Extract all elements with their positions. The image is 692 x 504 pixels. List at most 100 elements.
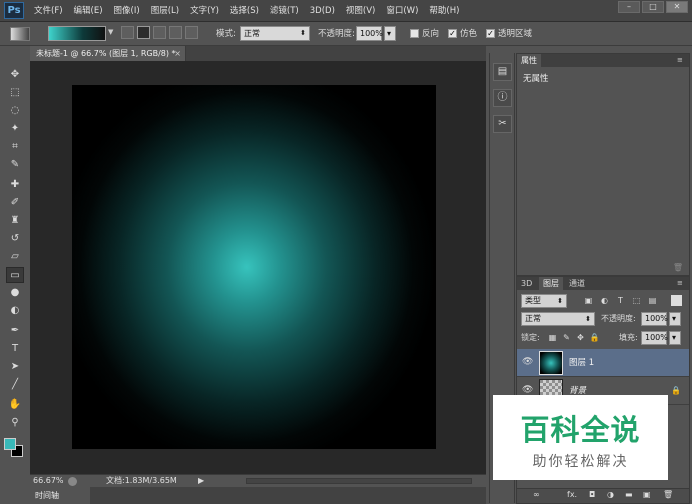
pen-tool[interactable]: ✒ (6, 323, 24, 339)
linear-gradient-button[interactable] (121, 26, 134, 39)
status-menu-arrow-icon[interactable]: ▶ (198, 475, 204, 487)
layer-filter-select[interactable]: 类型 ⬍ (521, 294, 567, 308)
blend-mode-value: 正常 (525, 314, 541, 323)
panel-menu-icon[interactable]: ≡ (677, 279, 685, 287)
zoom-tool[interactable]: ⚲ (6, 415, 24, 431)
layer-row[interactable]: 👁 图层 1 (517, 349, 689, 377)
mode-select[interactable]: 正常 ⬍ (240, 26, 310, 41)
opacity-dropdown[interactable]: ▾ (384, 26, 396, 41)
lock-transparent-icon[interactable]: ▦ (547, 332, 558, 343)
minimize-button[interactable]: – (618, 1, 640, 13)
close-tab-icon[interactable]: × (174, 46, 181, 61)
foreground-color-swatch[interactable] (4, 438, 16, 450)
menu-select[interactable]: 选择(S) (230, 0, 259, 22)
tool-presets-icon[interactable]: ✂ (493, 115, 512, 133)
menu-layer[interactable]: 图层(L) (151, 0, 179, 22)
timeline-tab[interactable]: 时间轴 (30, 487, 90, 504)
menu-window[interactable]: 窗口(W) (386, 0, 418, 22)
zoom-level[interactable]: 66.67% (33, 475, 64, 487)
marquee-tool[interactable]: ⬚ (6, 85, 24, 101)
document-canvas[interactable] (72, 85, 436, 449)
stamp-tool[interactable]: ♜ (6, 213, 24, 229)
trash-icon[interactable]: 🗑 (673, 263, 683, 272)
eye-icon[interactable]: 👁 (522, 357, 533, 367)
magic-wand-tool[interactable]: ✦ (6, 121, 24, 137)
tab-3d[interactable]: 3D (517, 277, 536, 290)
menu-filter[interactable]: 滤镜(T) (270, 0, 299, 22)
adjustment-layer-icon[interactable]: ◑ (607, 490, 614, 499)
blur-tool[interactable]: ● (6, 285, 24, 301)
maximize-button[interactable]: □ (642, 1, 664, 13)
menu-edit[interactable]: 编辑(E) (74, 0, 103, 22)
tab-layers[interactable]: 图层 (539, 277, 563, 290)
layer-opacity-dropdown[interactable]: ▾ (669, 312, 681, 326)
fill-dropdown[interactable]: ▾ (669, 331, 681, 345)
status-info-icon[interactable] (68, 477, 77, 486)
radial-gradient-button[interactable] (137, 26, 150, 39)
history-panel-icon[interactable]: ▤ (493, 63, 512, 81)
healing-tool[interactable]: ✚ (6, 177, 24, 193)
color-swatches (4, 438, 24, 460)
gradient-tool[interactable]: ▭ (6, 267, 24, 283)
tools-panel: ✥ ⬚ ◌ ✦ ⌗ ✎ ✚ ✐ ♜ ↺ ▱ ▭ ● ◐ ✒ T ➤ ╱ ✋ ⚲ (4, 63, 26, 503)
eraser-tool[interactable]: ▱ (6, 249, 24, 265)
filter-toggle-icon[interactable] (671, 295, 682, 306)
lock-all-icon[interactable]: 🔒 (589, 332, 600, 343)
line-tool[interactable]: ╱ (6, 377, 24, 393)
horizontal-scrollbar[interactable] (246, 478, 472, 484)
eyedropper-tool[interactable]: ✎ (6, 157, 24, 173)
delete-layer-icon[interactable]: 🗑 (663, 490, 673, 499)
menu-3d[interactable]: 3D(D) (310, 0, 335, 22)
opacity-input[interactable]: 100% (356, 26, 383, 41)
reverse-checkbox[interactable] (410, 29, 419, 38)
menu-file[interactable]: 文件(F) (34, 0, 63, 22)
crop-tool[interactable]: ⌗ (6, 139, 24, 155)
lock-position-icon[interactable]: ✥ (575, 332, 586, 343)
mode-label: 模式: (216, 29, 236, 39)
canvas-workspace (30, 61, 486, 474)
brush-tool[interactable]: ✐ (6, 195, 24, 211)
angle-gradient-button[interactable] (153, 26, 166, 39)
type-tool[interactable]: T (6, 341, 24, 357)
new-layer-icon[interactable]: ▣ (643, 490, 651, 499)
type-filter-icon[interactable]: T (615, 295, 626, 306)
lock-image-icon[interactable]: ✎ (561, 332, 572, 343)
layer-style-icon[interactable]: fx. (567, 490, 577, 499)
tool-preset-picker[interactable] (10, 27, 30, 41)
hand-tool[interactable]: ✋ (6, 397, 24, 413)
dither-checkbox[interactable]: ✓ (448, 29, 457, 38)
smart-object-filter-icon[interactable]: ▤ (647, 295, 658, 306)
document-tab[interactable]: 未标题-1 @ 66.7% (图层 1, RGB/8) * × (30, 46, 186, 61)
layer-opacity-label: 不透明度: (601, 314, 636, 323)
diamond-gradient-button[interactable] (185, 26, 198, 39)
dodge-tool[interactable]: ◐ (6, 303, 24, 319)
menu-image[interactable]: 图像(I) (114, 0, 140, 22)
history-brush-tool[interactable]: ↺ (6, 231, 24, 247)
gradient-dropdown-icon[interactable]: ▼ (108, 28, 113, 36)
path-selection-tool[interactable]: ➤ (6, 359, 24, 375)
move-tool[interactable]: ✥ (6, 67, 24, 83)
blend-mode-select[interactable]: 正常 ⬍ (521, 312, 595, 326)
eye-icon[interactable]: 👁 (522, 385, 533, 395)
menu-view[interactable]: 视图(V) (346, 0, 375, 22)
tab-properties[interactable]: 属性 (517, 54, 541, 67)
menu-help[interactable]: 帮助(H) (429, 0, 459, 22)
link-layers-icon[interactable]: ∞ (533, 490, 540, 499)
mode-value: 正常 (244, 29, 260, 38)
layer-opacity-input[interactable]: 100% (641, 312, 668, 326)
gradient-preview[interactable] (48, 26, 106, 41)
pixel-filter-icon[interactable]: ▣ (583, 295, 594, 306)
new-group-icon[interactable]: ▬ (625, 490, 633, 499)
lasso-tool[interactable]: ◌ (6, 103, 24, 119)
info-panel-icon[interactable]: ⓘ (493, 89, 512, 107)
fill-input[interactable]: 100% (641, 331, 668, 345)
shape-filter-icon[interactable]: ⬚ (631, 295, 642, 306)
reflected-gradient-button[interactable] (169, 26, 182, 39)
tab-channels[interactable]: 通道 (565, 277, 589, 290)
transparency-checkbox[interactable]: ✓ (486, 29, 495, 38)
layer-mask-icon[interactable]: ◘ (589, 490, 595, 499)
menu-type[interactable]: 文字(Y) (190, 0, 219, 22)
adjustment-filter-icon[interactable]: ◐ (599, 295, 610, 306)
panel-menu-icon[interactable]: ≡ (677, 56, 685, 64)
close-button[interactable]: ✕ (666, 1, 688, 13)
